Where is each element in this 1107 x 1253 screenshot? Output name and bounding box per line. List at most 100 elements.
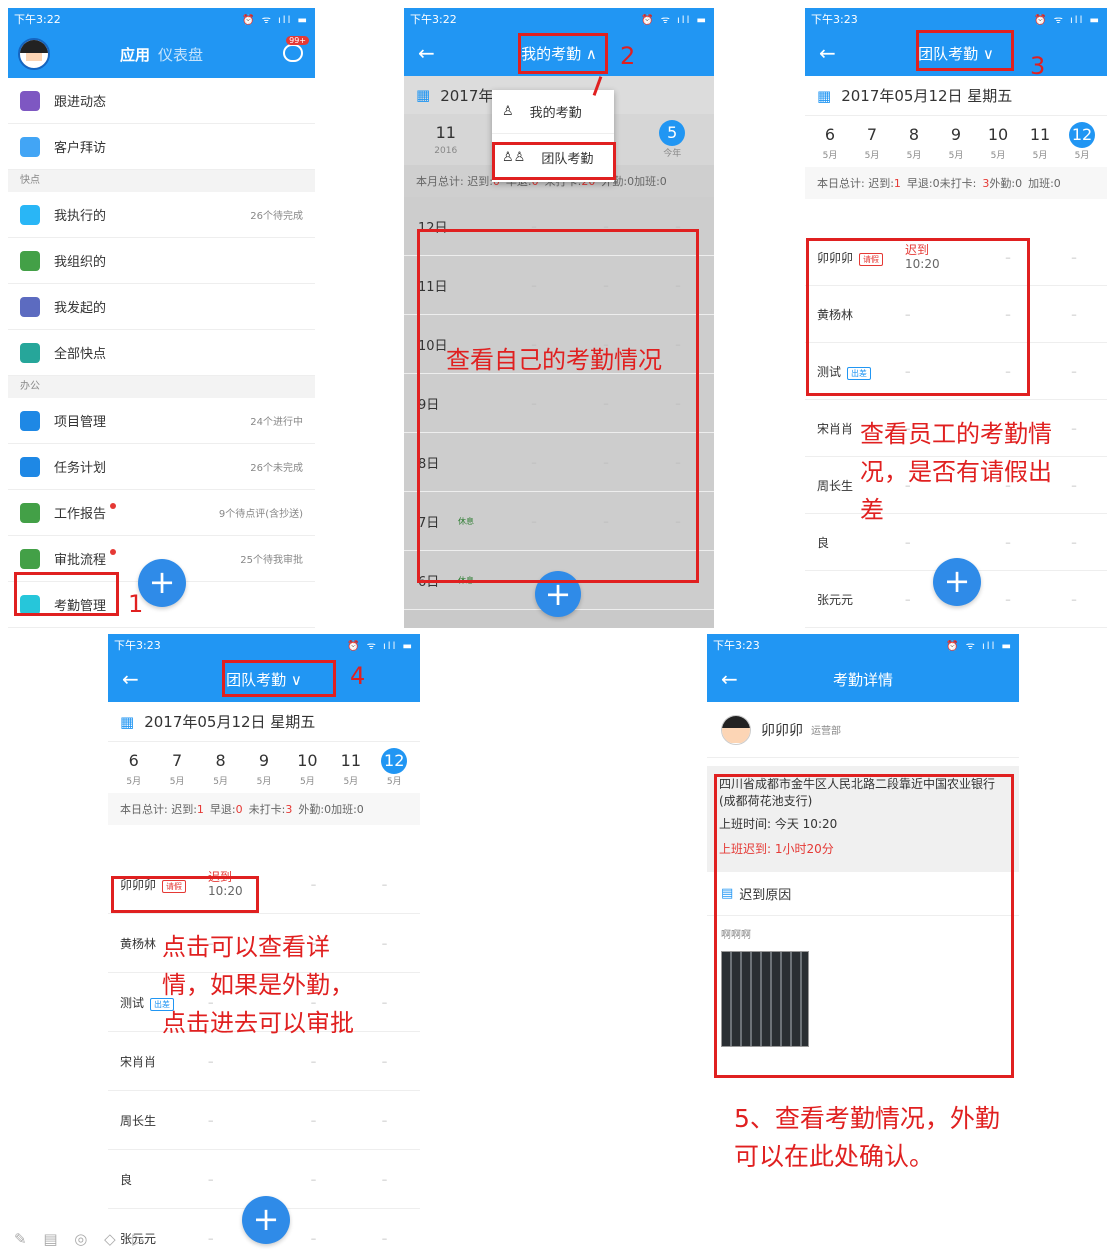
- day-row[interactable]: 9日 – – –: [404, 374, 714, 433]
- menu-item-label: 我的考勤: [529, 106, 582, 121]
- document-icon: ▤: [721, 886, 734, 901]
- day-number: 12: [381, 748, 408, 774]
- add-button[interactable]: +: [535, 571, 581, 617]
- day-cell[interactable]: 10 5月: [286, 748, 329, 787]
- empty-value: –: [310, 1231, 317, 1245]
- empty-value: –: [381, 1231, 388, 1245]
- day-number: 5: [659, 120, 686, 146]
- day-cell[interactable]: 12 5月: [373, 748, 416, 787]
- day-row[interactable]: 8日 – – –: [404, 433, 714, 492]
- day-cell[interactable]: 7 5月: [851, 122, 893, 161]
- day-row[interactable]: 12日 – – –: [404, 197, 714, 256]
- list-item[interactable]: 我发起的: [8, 284, 315, 330]
- day-cell[interactable]: 5 今年: [635, 120, 711, 159]
- back-arrow-icon[interactable]: ←: [721, 667, 738, 691]
- day-cell[interactable]: 11 2016: [408, 120, 484, 159]
- checkin-address: 四川省成都市金牛区人民北路二段靠近中国农业银行(成都荷花池支行): [719, 777, 996, 808]
- summary-part: 外勤:0: [298, 803, 332, 816]
- calendar-icon[interactable]: ▦: [416, 86, 430, 104]
- day-cell[interactable]: 11 5月: [329, 748, 372, 787]
- day-cell[interactable]: 8 5月: [893, 122, 935, 161]
- title-dropdown[interactable]: 团队考勤 ∨: [226, 669, 302, 690]
- back-arrow-icon[interactable]: ←: [122, 667, 139, 691]
- item-label: 我执行的: [54, 209, 107, 224]
- tab-apps[interactable]: 应用: [120, 44, 150, 65]
- photo-thumbnail[interactable]: [721, 951, 809, 1047]
- day-cell[interactable]: 9 5月: [935, 122, 977, 161]
- avatar[interactable]: [18, 38, 50, 70]
- employee-name: 周长生: [120, 1113, 157, 1128]
- late-label: 迟到: [905, 243, 930, 257]
- list-item[interactable]: 全部快点: [8, 330, 315, 376]
- empty-value: –: [1005, 364, 1011, 378]
- day-cell[interactable]: 6 5月: [112, 748, 155, 787]
- item-count: 26个待完成: [250, 211, 303, 222]
- calendar-icon[interactable]: ▦: [120, 713, 134, 731]
- list-item[interactable]: 任务计划 26个未完成: [8, 444, 315, 490]
- message-icon[interactable]: [283, 44, 303, 62]
- list-item[interactable]: 我组织的: [8, 238, 315, 284]
- table-row[interactable]: 黄杨林 – – –: [805, 286, 1107, 343]
- empty-value: –: [531, 219, 537, 233]
- table-row[interactable]: 测试 出差 – – –: [805, 343, 1107, 400]
- add-button[interactable]: +: [138, 559, 186, 607]
- day-cell[interactable]: 7 5月: [155, 748, 198, 787]
- add-button[interactable]: +: [242, 1196, 290, 1244]
- late-time: 10:20: [905, 257, 940, 271]
- tab-dashboard[interactable]: 仪表盘: [158, 44, 203, 65]
- day-cell[interactable]: 12 5月: [1061, 122, 1103, 161]
- app-icon: [20, 250, 40, 271]
- day-cell[interactable]: 9 5月: [242, 748, 285, 787]
- app-icon: [20, 456, 40, 477]
- day-month: 5月: [126, 777, 142, 787]
- list-item[interactable]: 项目管理 24个进行中: [8, 398, 315, 444]
- empty-value: –: [603, 396, 609, 410]
- step-1-label: 1: [128, 590, 144, 618]
- status-badge: 出差: [847, 366, 872, 380]
- back-arrow-icon[interactable]: ←: [418, 41, 435, 65]
- empty-value: –: [208, 1054, 214, 1068]
- day-month: 5月: [906, 151, 922, 161]
- day-label: 7日: [418, 515, 440, 531]
- status-icons: ⏰ ᯤ ıll ▬: [347, 641, 414, 652]
- title-dropdown[interactable]: 团队考勤 ∨: [918, 43, 994, 64]
- back-arrow-icon[interactable]: ←: [819, 41, 836, 65]
- day-number: 12: [1069, 122, 1095, 148]
- day-number: 8: [908, 125, 920, 144]
- day-label: 6日: [418, 574, 440, 590]
- app-icon: [20, 342, 40, 363]
- day-cell[interactable]: 10 5月: [977, 122, 1019, 161]
- day-row[interactable]: 7日 休息 – – –: [404, 492, 714, 551]
- day-month: 5月: [343, 777, 359, 787]
- empty-value: –: [1005, 592, 1011, 606]
- empty-value: –: [905, 364, 911, 378]
- day-cell[interactable]: 11 5月: [1019, 122, 1061, 161]
- day-cell[interactable]: 6 5月: [809, 122, 851, 161]
- list-item[interactable]: 我执行的 26个待完成: [8, 192, 315, 238]
- table-row[interactable]: 卯卯卯 请假 迟到 10:20 – –: [805, 229, 1107, 286]
- day-month: 今年: [663, 149, 682, 159]
- summary-part: 3: [285, 803, 293, 816]
- summary-part: 未打卡:: [248, 803, 286, 816]
- day-row[interactable]: 11日 – – –: [404, 256, 714, 315]
- day-cell[interactable]: 8 5月: [199, 748, 242, 787]
- day-number: 8: [215, 751, 226, 770]
- menu-item-my-attendance[interactable]: ♙ 我的考勤: [492, 90, 614, 134]
- empty-value: –: [1005, 307, 1011, 321]
- list-item[interactable]: 工作报告 9个待点评(含抄送): [8, 490, 315, 536]
- empty-value: –: [310, 1113, 317, 1127]
- item-label: 全部快点: [54, 347, 107, 362]
- summary-part: 加班:0: [1028, 177, 1061, 190]
- checkin-info: 四川省成都市金牛区人民北路二段靠近中国农业银行(成都荷花池支行) 上班时间: 今…: [707, 766, 1019, 872]
- calendar-icon[interactable]: ▦: [817, 87, 831, 105]
- table-row[interactable]: 卯卯卯 请假 迟到 10:20 – –: [108, 855, 420, 914]
- status-badge: 请假: [859, 252, 884, 266]
- list-item[interactable]: 客户拜访: [8, 124, 315, 170]
- table-row[interactable]: 周长生 – – –: [108, 1091, 420, 1150]
- list-item[interactable]: 跟进动态: [8, 78, 315, 124]
- menu-item-team-attendance[interactable]: ♙♙ 团队考勤: [492, 134, 614, 180]
- work-time: 上班时间: 今天 10:20: [719, 817, 838, 831]
- title-dropdown[interactable]: 我的考勤 ∧: [521, 43, 597, 64]
- add-button[interactable]: +: [933, 558, 981, 606]
- status-icons: ⏰ ᯤ ıll ▬: [641, 15, 708, 26]
